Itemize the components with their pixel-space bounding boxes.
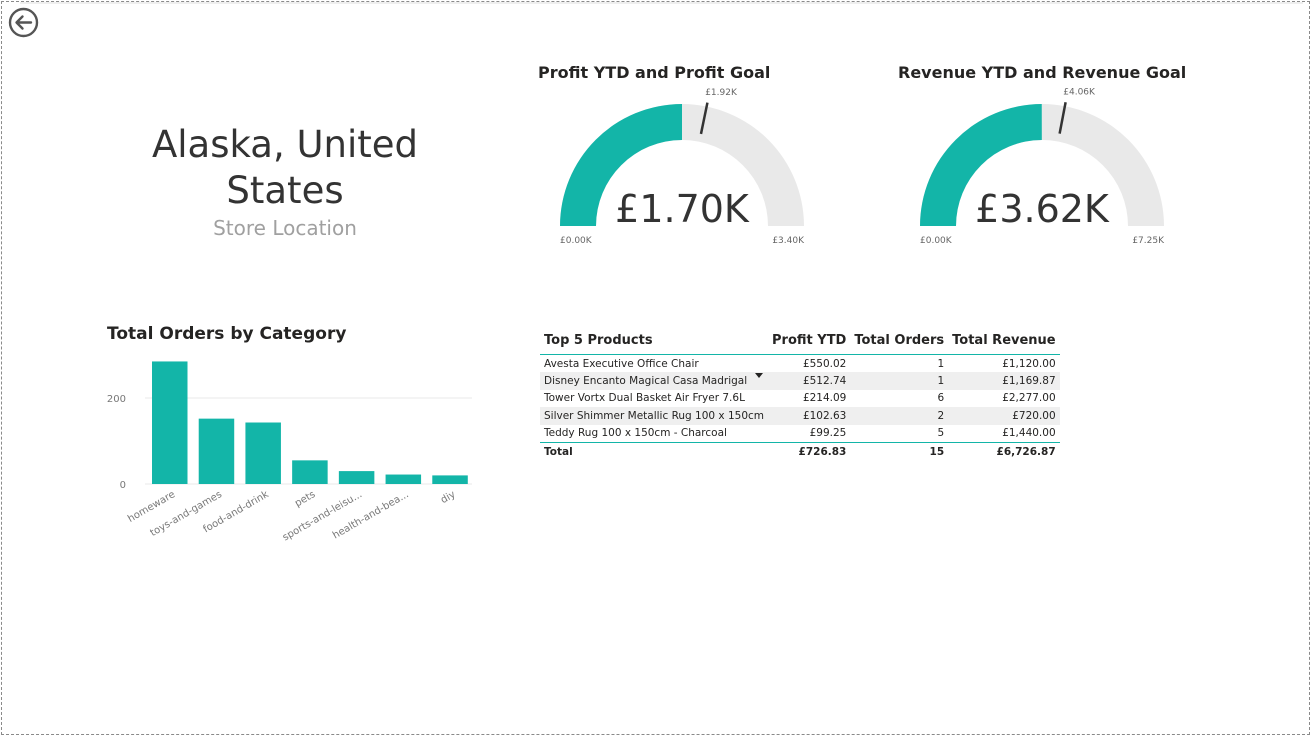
profit-cell: £550.02 <box>802 357 847 370</box>
orders-cell: 2 <box>850 407 949 425</box>
revenue-cell: £1,440.00 <box>1002 427 1056 440</box>
table-total-row: Total £726.83 15 £6,726.87 <box>540 442 1060 460</box>
profit-cell: £99.25 <box>809 427 847 440</box>
header-top-products[interactable]: Top 5 Products <box>540 326 768 355</box>
bar-sports-and-leisu...[interactable] <box>338 471 375 484</box>
product-name-cell: Silver Shimmer Metallic Rug 100 x 150cm <box>540 407 769 425</box>
gauge-max-label: £3.40K <box>772 236 805 246</box>
location-label: Store Location <box>213 216 357 240</box>
gauge-min-label: £0.00K <box>920 236 953 246</box>
product-name-cell: Avesta Executive Office Chair <box>544 357 699 370</box>
header-total-orders[interactable]: Total Orders <box>850 326 948 355</box>
y-tick-label: 0 <box>120 480 126 491</box>
x-tick-label: pets <box>293 489 317 509</box>
profit-cell: £102.63 <box>768 407 851 425</box>
revenue-cell: £1,169.87 <box>948 372 1060 390</box>
table-row[interactable]: Tower Vortx Dual Basket Air Fryer 7.6L £… <box>540 390 1060 407</box>
bar-food-and-drink[interactable] <box>245 422 281 484</box>
header-total-revenue[interactable]: Total Revenue <box>948 326 1060 355</box>
revenue-cell: £720.00 <box>948 407 1060 425</box>
back-arrow-icon[interactable] <box>8 7 39 38</box>
gauge-max-label: £7.25K <box>1132 236 1165 246</box>
total-profit-cell: £726.83 <box>798 445 847 458</box>
table-row[interactable]: Teddy Rug 100 x 150cm - Charcoal £99.25 … <box>540 425 1060 443</box>
product-name-cell: Disney Encanto Magical Casa Madrigal <box>540 372 769 390</box>
revenue-gauge[interactable]: £4.06K £3.62K £0.00K £7.25K <box>910 88 1175 253</box>
x-tick-label: diy <box>439 489 458 506</box>
bar-toys-and-games[interactable] <box>198 418 235 484</box>
x-tick-label: health-and-bea... <box>331 489 411 541</box>
gauge-target-label: £4.06K <box>1063 88 1096 97</box>
total-label-cell: Total <box>544 445 573 458</box>
profit-cell: £512.74 <box>768 372 851 390</box>
table-row[interactable]: Silver Shimmer Metallic Rug 100 x 150cm … <box>540 407 1060 425</box>
x-tick-label: sports-and-leisu... <box>281 489 364 543</box>
gauge-min-label: £0.00K <box>560 236 593 246</box>
gauge-value-label: £3.62K <box>975 187 1110 231</box>
bar-pets[interactable] <box>292 460 328 484</box>
total-revenue-cell: £6,726.87 <box>996 445 1056 458</box>
orders-cell: 1 <box>850 372 949 390</box>
bar-homeware[interactable] <box>152 361 188 484</box>
product-name-cell: Teddy Rug 100 x 150cm - Charcoal <box>544 427 727 440</box>
product-name-cell: Tower Vortx Dual Basket Air Fryer 7.6L <box>544 392 745 405</box>
total-orders-cell: 15 <box>929 445 945 458</box>
orders-cell: 6 <box>937 392 945 405</box>
header-profit-ytd[interactable]: Profit YTD <box>768 326 850 355</box>
revenue-cell: £1,120.00 <box>1002 357 1056 370</box>
category-chart-title: Total Orders by Category <box>107 324 347 344</box>
top-products-table[interactable]: Top 5 Products Profit YTD Total Orders T… <box>540 326 1060 460</box>
profit-gauge[interactable]: £1.92K £1.70K £0.00K £3.40K <box>550 88 815 253</box>
table-header-row: Top 5 Products Profit YTD Total Orders T… <box>540 326 1060 355</box>
gauge-value-label: £1.70K <box>615 187 750 231</box>
table-row[interactable]: Avesta Executive Office Chair £550.02 1 … <box>540 355 1060 373</box>
location-name: Alaska, United States <box>151 123 419 212</box>
gauge-target-label: £1.92K <box>705 88 738 98</box>
revenue-gauge-title: Revenue YTD and Revenue Goal <box>898 63 1187 82</box>
category-bar-chart[interactable]: 0200homewaretoys-and-gamesfood-and-drink… <box>100 355 500 550</box>
top-divider <box>20 2 1303 4</box>
bar-diy[interactable] <box>432 475 468 484</box>
sort-descending-icon[interactable] <box>755 373 763 378</box>
bar-health-and-bea...[interactable] <box>385 474 422 484</box>
orders-cell: 5 <box>937 427 945 440</box>
store-location-card: Alaska, United States Store Location <box>135 122 435 240</box>
revenue-cell: £2,277.00 <box>1002 392 1056 405</box>
orders-cell: 1 <box>937 357 945 370</box>
profit-gauge-title: Profit YTD and Profit Goal <box>538 63 771 82</box>
y-tick-label: 200 <box>107 394 126 405</box>
profit-cell: £214.09 <box>802 392 847 405</box>
table-row[interactable]: Disney Encanto Magical Casa Madrigal £51… <box>540 372 1060 390</box>
